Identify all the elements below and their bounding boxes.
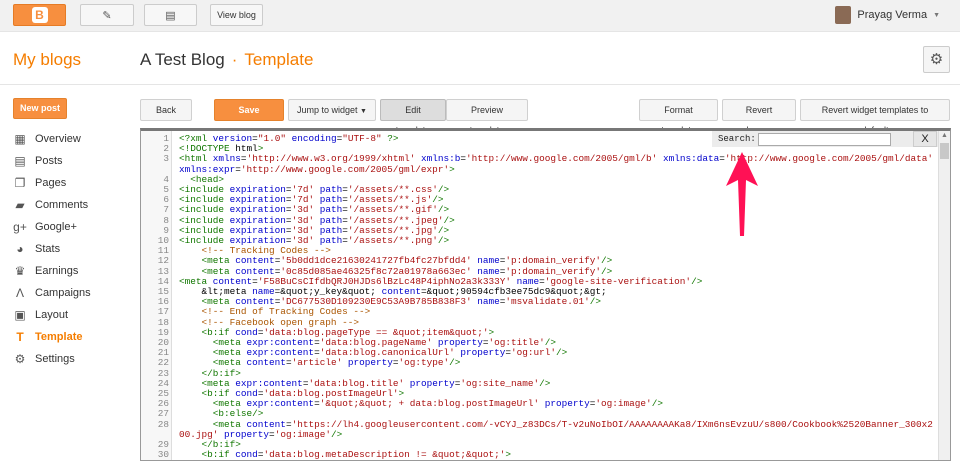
- jump-to-widget-label: Jump to widget: [297, 105, 358, 115]
- code-line-text: <html xmlns='http://www.w3.org/1999/xhtm…: [169, 154, 938, 174]
- blog-title: A Test Blog: [140, 50, 225, 69]
- divider: [0, 84, 960, 85]
- code-line-text: <meta content='article' property='og:typ…: [169, 358, 938, 368]
- sidebar-item-label: Earnings: [35, 265, 78, 277]
- code-area[interactable]: 1<?xml version="1.0" encoding="UTF-8" ?>…: [141, 134, 938, 461]
- format-template-button[interactable]: Format template: [639, 99, 718, 121]
- sidebar-item-label: Comments: [35, 199, 88, 211]
- line-number: 31: [141, 461, 169, 462]
- my-blogs-link[interactable]: My blogs: [13, 50, 81, 70]
- new-post-button[interactable]: New post: [13, 98, 67, 119]
- sidebar-item-overview[interactable]: ▦ Overview: [13, 128, 123, 150]
- code-line-text: <meta expr:content='data:blog.metaDescri…: [169, 461, 938, 462]
- line-number: 28: [141, 420, 169, 440]
- sidebar-item-template[interactable]: T Template: [13, 326, 123, 348]
- settings-icon: ⚙: [13, 353, 27, 365]
- search-bar: Search:: [712, 131, 938, 147]
- sidebar-item-label: Campaigns: [35, 287, 91, 299]
- sidebar-item-label: Google+: [35, 221, 77, 233]
- code-line[interactable]: 28 <meta content='https://lh4.googleuser…: [141, 420, 938, 440]
- sidebar-item-label: Template: [35, 331, 82, 343]
- sidebar-item-earnings[interactable]: ♛ Earnings: [13, 260, 123, 282]
- posts-list-button[interactable]: ▤: [144, 4, 197, 26]
- gear-icon[interactable]: ⚙: [923, 46, 950, 73]
- back-button[interactable]: Back: [140, 99, 192, 121]
- revert-widget-templates-button[interactable]: Revert widget templates to default: [800, 99, 950, 121]
- comments-icon: ▰: [13, 199, 27, 211]
- search-label: Search:: [718, 134, 756, 144]
- chevron-down-icon: ▼: [360, 108, 367, 115]
- google-plus-icon: g+: [13, 221, 27, 233]
- sidebar-item-stats[interactable]: ◕ Stats: [13, 238, 123, 260]
- user-name: Prayag Verma: [857, 9, 927, 21]
- scrollbar-thumb[interactable]: [940, 143, 949, 159]
- pages-icon: ❐: [13, 177, 27, 189]
- edit-template-button[interactable]: Edit template: [380, 99, 446, 121]
- search-input[interactable]: [758, 133, 891, 146]
- line-number: 30: [141, 450, 169, 460]
- sidebar-item-pages[interactable]: ❐ Pages: [13, 172, 123, 194]
- code-line[interactable]: 22 <meta content='article' property='og:…: [141, 358, 938, 368]
- avatar: [835, 6, 851, 24]
- sidebar: ▦ Overview ▤ Posts ❐ Pages ▰ Comments g+ Google+ ◕…: [13, 128, 123, 370]
- close-search-button[interactable]: X: [913, 131, 937, 147]
- save-template-button[interactable]: Save template: [214, 99, 284, 121]
- posts-icon: ▤: [13, 155, 27, 167]
- annotation-arrow-icon: [722, 150, 762, 240]
- user-menu[interactable]: Prayag Verma ▼: [835, 6, 940, 24]
- sidebar-item-label: Settings: [35, 353, 75, 365]
- sidebar-item-label: Posts: [35, 155, 63, 167]
- sidebar-item-label: Overview: [35, 133, 81, 145]
- revert-changes-button[interactable]: Revert changes: [722, 99, 796, 121]
- sidebar-item-label: Stats: [35, 243, 60, 255]
- stats-icon: ◕: [13, 243, 27, 255]
- vertical-scrollbar[interactable]: ▲: [938, 131, 950, 460]
- sidebar-item-posts[interactable]: ▤ Posts: [13, 150, 123, 172]
- page-name: Template: [244, 50, 313, 69]
- new-post-pencil-button[interactable]: ✎: [80, 4, 134, 26]
- title-separator: ·: [232, 50, 238, 69]
- code-line-text: <meta expr:content='&quot;&quot; + data:…: [169, 399, 938, 409]
- scroll-up-icon[interactable]: ▲: [941, 132, 948, 139]
- overview-icon: ▦: [13, 133, 27, 145]
- jump-to-widget-dropdown[interactable]: Jump to widget ▼: [288, 99, 376, 121]
- layout-icon: ▣: [13, 309, 27, 321]
- sidebar-item-label: Layout: [35, 309, 68, 321]
- sidebar-item-settings[interactable]: ⚙ Settings: [13, 348, 123, 370]
- chevron-down-icon: ▼: [933, 12, 940, 19]
- code-line[interactable]: 3<html xmlns='http://www.w3.org/1999/xht…: [141, 154, 938, 174]
- blogger-logo-button[interactable]: B: [13, 4, 66, 26]
- line-number: 3: [141, 154, 169, 174]
- sidebar-item-label: Pages: [35, 177, 66, 189]
- code-line[interactable]: 31 <meta expr:content='data:blog.metaDes…: [141, 461, 938, 462]
- code-line-text: <meta content='https://lh4.googleusercon…: [169, 420, 938, 440]
- sidebar-item-layout[interactable]: ▣ Layout: [13, 304, 123, 326]
- page-title: A Test Blog · Template: [140, 50, 313, 70]
- preview-template-button[interactable]: Preview template: [446, 99, 528, 121]
- campaigns-icon: Λ: [13, 287, 27, 299]
- sidebar-item-comments[interactable]: ▰ Comments: [13, 194, 123, 216]
- blogger-icon: B: [32, 7, 48, 23]
- sidebar-item-google[interactable]: g+ Google+: [13, 216, 123, 238]
- sidebar-item-campaigns[interactable]: Λ Campaigns: [13, 282, 123, 304]
- template-icon: T: [13, 331, 27, 343]
- template-code-editor[interactable]: 1<?xml version="1.0" encoding="UTF-8" ?>…: [140, 128, 951, 461]
- view-blog-button[interactable]: View blog: [210, 4, 263, 26]
- posts-list-icon: ▤: [165, 9, 175, 22]
- trophy-icon: ♛: [13, 265, 27, 277]
- top-bar: B ✎ ▤ View blog Prayag Verma ▼: [0, 0, 960, 32]
- pencil-icon: ✎: [102, 9, 111, 22]
